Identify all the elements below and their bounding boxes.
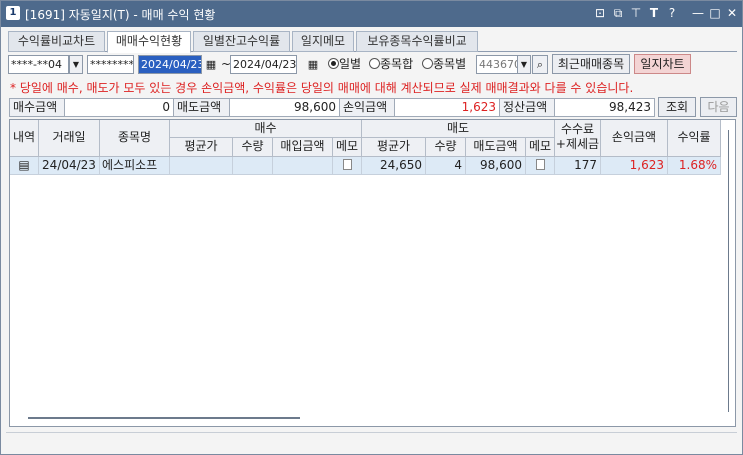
search-icon[interactable]: ⌕: [532, 55, 548, 74]
date-from-input[interactable]: 2024/04/23: [138, 55, 202, 74]
cell-stock-name: 에스피소프: [100, 157, 170, 175]
title-bar: 1 [1691] 자동일지(T) - 매매 수익 현황 ⊡ ⧉ ⊤ T ? — …: [1, 1, 742, 27]
journal-chart-button[interactable]: 일지차트: [634, 54, 691, 74]
header-fee-bottom: +제세금: [555, 137, 600, 151]
pin-icon[interactable]: ⊤: [629, 5, 643, 21]
cell-return-rate: 1.68%: [668, 157, 721, 175]
recent-trades-button[interactable]: 최근매매종목: [552, 54, 630, 74]
header-date: 거래일: [39, 120, 100, 157]
maximize-icon[interactable]: □: [708, 5, 722, 21]
chevron-down-icon[interactable]: ▼: [517, 55, 531, 74]
trade-table: 내역 거래일 종목명 매수 매도 평균가 수량 매입금액 메모 평균가 수량 매…: [9, 119, 736, 427]
header-stock-name: 종목명: [100, 120, 170, 157]
cell-profit-loss: 1,623: [601, 157, 668, 175]
next-button[interactable]: 다음: [700, 97, 737, 117]
cell-sell-memo[interactable]: [526, 157, 555, 175]
buy-amount-label: 매수금액: [9, 98, 65, 117]
settlement-value: 98,423: [554, 98, 655, 117]
cell-buy-amount: [273, 157, 333, 175]
link-icon[interactable]: ⊡: [593, 5, 607, 21]
radio-unchecked-icon: [422, 58, 433, 69]
radio-stock-sum[interactable]: 종목합: [369, 56, 413, 73]
sell-amount-value: 98,600: [229, 98, 340, 117]
header-detail: 내역: [10, 120, 39, 157]
settlement-label: 정산금액: [499, 98, 555, 117]
stock-code-input[interactable]: 443670: [476, 55, 518, 74]
header-return-rate: 수익률: [668, 120, 721, 157]
header-sell-qty: 수량: [426, 138, 466, 157]
vertical-scrollbar[interactable]: [728, 130, 729, 412]
profit-loss-value: 1,623: [394, 98, 500, 117]
minimize-icon[interactable]: —: [691, 5, 705, 21]
buy-amount-value: 0: [64, 98, 174, 117]
cell-fee: 177: [555, 157, 601, 175]
cell-sell-amount: 98,600: [466, 157, 526, 175]
header-fee-top: 수수료: [560, 122, 595, 136]
status-bar: [6, 432, 737, 450]
radio-checked-icon: [328, 58, 339, 69]
password-field[interactable]: ********: [87, 55, 134, 74]
font-size-icon[interactable]: T: [647, 5, 661, 21]
radio-daily-label: 일별: [339, 57, 362, 71]
header-buy-amount: 매입금액: [273, 138, 333, 157]
profit-loss-label: 손익금액: [339, 98, 395, 117]
header-fee: 수수료 +제세금: [555, 120, 601, 157]
header-buy-avg: 평균가: [170, 138, 233, 157]
header-sell-group: 매도: [362, 120, 555, 138]
radio-stock-sum-label: 종목합: [380, 57, 414, 71]
header-buy-memo: 메모: [333, 138, 362, 157]
detail-icon[interactable]: ▤: [10, 157, 39, 175]
radio-unchecked-icon: [369, 58, 380, 69]
cell-buy-avg: [170, 157, 233, 175]
tab-trading-profit-status[interactable]: 매매수익현황: [107, 31, 191, 53]
window-title: [1691] 자동일지(T) - 매매 수익 현황: [25, 8, 216, 22]
date-to-input[interactable]: 2024/04/23: [230, 55, 297, 74]
header-profit-loss: 손익금액: [601, 120, 668, 157]
cell-sell-avg: 24,650: [362, 157, 426, 175]
notice-text: * 당일에 매수, 매도가 모두 있는 경우 손익금액, 수익률은 당일의 매매…: [10, 81, 634, 95]
query-button[interactable]: 조회: [658, 97, 696, 117]
header-buy-group: 매수: [170, 120, 362, 138]
memo-add-icon: [535, 159, 545, 170]
window-number-badge: 1: [6, 6, 20, 20]
tab-journal-memo[interactable]: 일지메모: [292, 31, 354, 52]
calendar-icon[interactable]: ▦: [204, 55, 218, 74]
cell-buy-qty: [233, 157, 273, 175]
chevron-down-icon[interactable]: ▼: [69, 55, 83, 74]
radio-daily[interactable]: 일별: [328, 56, 361, 73]
window: 1 [1691] 자동일지(T) - 매매 수익 현황 ⊡ ⧉ ⊤ T ? — …: [0, 0, 743, 455]
radio-by-stock[interactable]: 종목별: [422, 56, 466, 73]
cell-date: 24/04/23: [39, 157, 100, 175]
horizontal-scrollbar[interactable]: [28, 417, 300, 419]
tab-profit-comparison-chart[interactable]: 수익률비교차트: [8, 31, 105, 52]
tab-holding-return-comparison[interactable]: 보유종목수익률비교: [356, 31, 478, 52]
tab-bar: 수익률비교차트 매매수익현황 일별잔고수익률 일지메모 보유종목수익률비교: [8, 31, 737, 53]
cell-sell-qty: 4: [426, 157, 466, 175]
close-icon[interactable]: ✕: [725, 5, 739, 21]
cell-buy-memo[interactable]: [333, 157, 362, 175]
header-sell-amount: 매도금액: [466, 138, 526, 157]
header-sell-avg: 평균가: [362, 138, 426, 157]
memo-icon: [342, 159, 352, 170]
radio-by-stock-label: 종목별: [433, 57, 467, 71]
header-sell-memo: 메모: [526, 138, 555, 157]
tab-daily-balance-return[interactable]: 일별잔고수익률: [193, 31, 290, 52]
calendar-icon[interactable]: ▦: [306, 55, 320, 74]
help-icon[interactable]: ?: [665, 5, 679, 21]
sell-amount-label: 매도금액: [173, 98, 230, 117]
copy-window-icon[interactable]: ⧉: [611, 5, 625, 21]
account-select[interactable]: ****-**04: [8, 55, 69, 74]
header-buy-qty: 수량: [233, 138, 273, 157]
